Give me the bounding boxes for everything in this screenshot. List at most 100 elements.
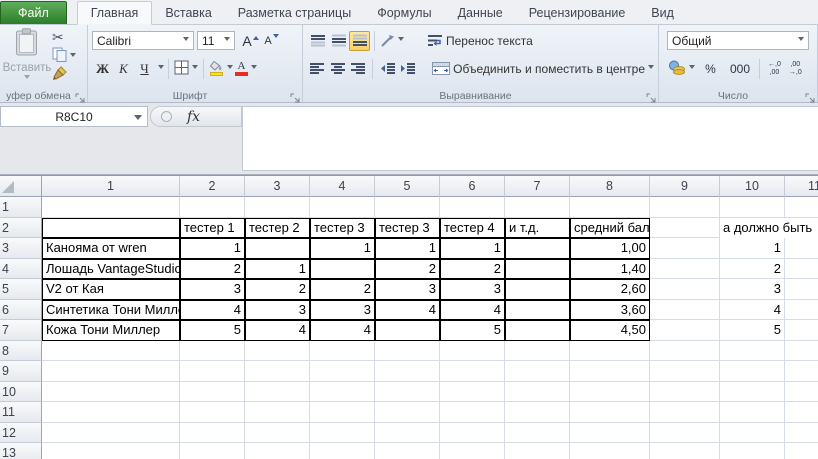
percent-style-button[interactable]: % (696, 59, 725, 79)
row-header-9[interactable]: 9 (0, 361, 42, 382)
cell-r1c2[interactable] (180, 197, 245, 218)
cell-r10c2[interactable] (180, 382, 245, 403)
bold-button[interactable]: Ж (92, 59, 113, 79)
cell-r13c10[interactable] (720, 443, 785, 459)
align-bottom-button[interactable] (349, 31, 370, 51)
alignment-dialog-launcher[interactable] (646, 90, 656, 100)
score-r4c2[interactable]: 2 (180, 259, 245, 280)
average-r5[interactable]: 2,60 (570, 279, 650, 300)
currency-format-button[interactable] (667, 59, 696, 79)
cell-r8c7[interactable] (505, 341, 570, 362)
number-dialog-launcher[interactable] (805, 90, 815, 100)
cell-r3c11[interactable] (785, 238, 818, 259)
cell-r12c1[interactable] (42, 423, 180, 444)
cell-r12c4[interactable] (310, 423, 375, 444)
score-r5c4[interactable]: 2 (310, 279, 375, 300)
row-header-5[interactable]: 5 (0, 279, 42, 300)
row-header-1[interactable]: 1 (0, 197, 42, 218)
tab-page-layout[interactable]: Разметка страницы (225, 2, 364, 24)
cell-r12c9[interactable] (650, 423, 720, 444)
tab-review[interactable]: Рецензирование (516, 2, 639, 24)
cell-r9c4[interactable] (310, 361, 375, 382)
score-r4c5[interactable]: 2 (375, 259, 440, 280)
product-name-r7[interactable]: Кожа Тони Миллер (42, 320, 180, 341)
cell-r3c9[interactable] (650, 238, 720, 259)
cell-r12c7[interactable] (505, 423, 570, 444)
cell-r13c6[interactable] (440, 443, 505, 459)
cell-r8c4[interactable] (310, 341, 375, 362)
fill-color-button[interactable] (208, 59, 234, 79)
tester-header-6[interactable]: и т.д. (505, 218, 570, 239)
score-r3c2[interactable]: 1 (180, 238, 245, 259)
cell-r9c5[interactable] (375, 361, 440, 382)
average-r4[interactable]: 1,40 (570, 259, 650, 280)
column-header-4[interactable]: 4 (310, 176, 375, 197)
score-r6c4[interactable]: 3 (310, 300, 375, 321)
cell-r12c11[interactable] (785, 423, 818, 444)
tab-view[interactable]: Вид (638, 2, 687, 24)
row-header-4[interactable]: 4 (0, 259, 42, 280)
cell-r11c3[interactable] (245, 402, 310, 423)
row-header-8[interactable]: 8 (0, 341, 42, 362)
wrap-text-button[interactable]: Перенос текста (427, 34, 533, 48)
underline-button[interactable]: Ч (134, 59, 155, 79)
score-r6c3[interactable]: 3 (245, 300, 310, 321)
cell-r11c6[interactable] (440, 402, 505, 423)
cell-r9c7[interactable] (505, 361, 570, 382)
expected-r6[interactable]: 4 (720, 300, 785, 321)
cell-r2c1[interactable] (42, 218, 180, 239)
cell-r11c2[interactable] (180, 402, 245, 423)
formula-expand-button[interactable] (161, 111, 172, 122)
increase-indent-button[interactable] (398, 59, 418, 79)
row-header-13[interactable]: 13 (0, 443, 42, 459)
cell-r10c6[interactable] (440, 382, 505, 403)
cell-r10c7[interactable] (505, 382, 570, 403)
score-r3c3[interactable] (245, 238, 310, 259)
cell-r5c11[interactable] (785, 279, 818, 300)
cell-r1c9[interactable] (650, 197, 720, 218)
column-header-6[interactable]: 6 (440, 176, 505, 197)
cell-r9c2[interactable] (180, 361, 245, 382)
cell-r4c9[interactable] (650, 259, 720, 280)
cell-r13c5[interactable] (375, 443, 440, 459)
cell-r8c3[interactable] (245, 341, 310, 362)
score-r5c6[interactable]: 3 (440, 279, 505, 300)
cell-r1c1[interactable] (42, 197, 180, 218)
column-header-5[interactable]: 5 (375, 176, 440, 197)
score-r6c2[interactable]: 4 (180, 300, 245, 321)
product-name-r5[interactable]: V2 от Кая (42, 279, 180, 300)
row-header-6[interactable]: 6 (0, 300, 42, 321)
score-r4c4[interactable] (310, 259, 375, 280)
cell-r12c3[interactable] (245, 423, 310, 444)
score-r7c4[interactable]: 4 (310, 320, 375, 341)
cell-r10c9[interactable] (650, 382, 720, 403)
row-header-12[interactable]: 12 (0, 423, 42, 444)
cell-r8c9[interactable] (650, 341, 720, 362)
row-header-11[interactable]: 11 (0, 402, 42, 423)
cell-r13c8[interactable] (570, 443, 650, 459)
score-r4c7[interactable] (505, 259, 570, 280)
score-r3c6[interactable]: 1 (440, 238, 505, 259)
decrease-indent-button[interactable] (377, 59, 397, 79)
expected-r7[interactable]: 5 (720, 320, 785, 341)
cell-r1c8[interactable] (570, 197, 650, 218)
cell-r10c8[interactable] (570, 382, 650, 403)
score-r4c6[interactable]: 2 (440, 259, 505, 280)
name-box-dropdown-icon[interactable] (134, 115, 142, 124)
cell-r13c9[interactable] (650, 443, 720, 459)
cell-r8c5[interactable] (375, 341, 440, 362)
tab-file[interactable]: Файл (0, 1, 67, 24)
cell-r9c8[interactable] (570, 361, 650, 382)
average-header[interactable]: средний бал (570, 218, 650, 239)
column-header-8[interactable]: 8 (570, 176, 650, 197)
cell-r12c8[interactable] (570, 423, 650, 444)
column-header-1[interactable]: 1 (42, 176, 180, 197)
font-dialog-launcher[interactable] (290, 90, 300, 100)
cell-r8c2[interactable] (180, 341, 245, 362)
cell-r11c4[interactable] (310, 402, 375, 423)
average-r7[interactable]: 4,50 (570, 320, 650, 341)
tab-insert[interactable]: Вставка (152, 2, 224, 24)
cell-r6c9[interactable] (650, 300, 720, 321)
comma-style-button[interactable]: 000 (725, 59, 755, 79)
tab-data[interactable]: Данные (445, 2, 516, 24)
